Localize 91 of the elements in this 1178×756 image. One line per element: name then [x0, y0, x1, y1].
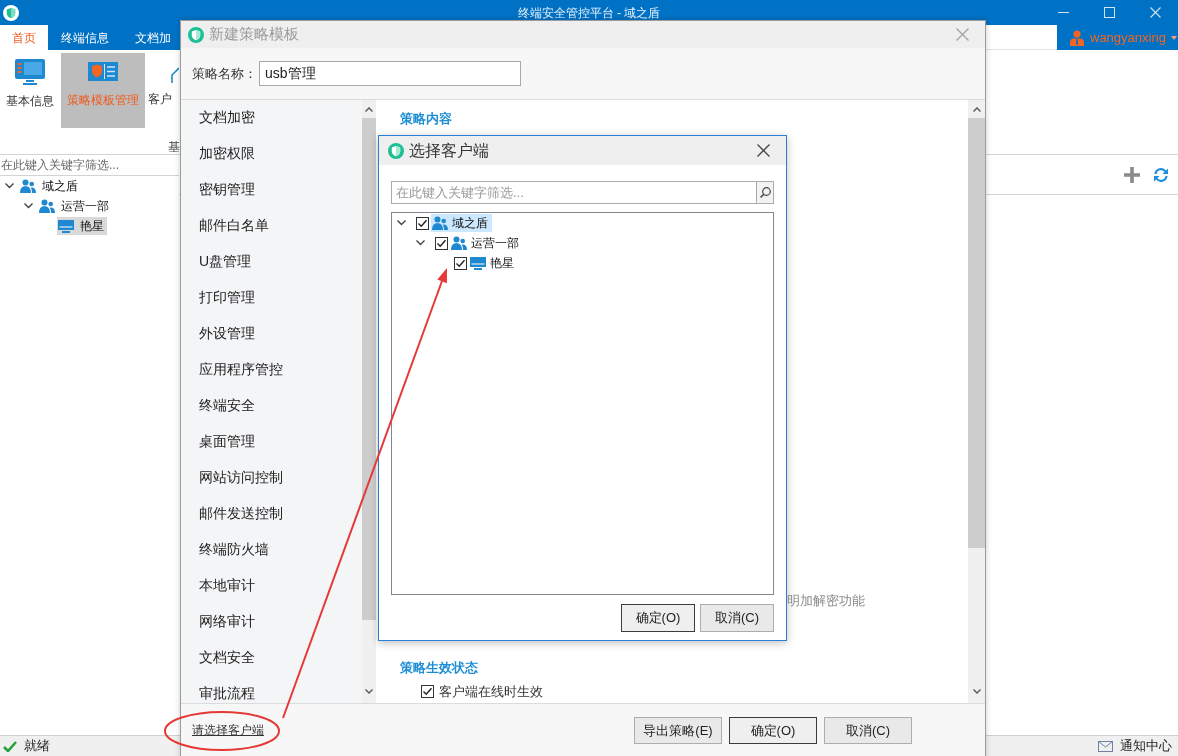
tree-item[interactable]: 运营一部: [38, 197, 112, 215]
checkbox[interactable]: [454, 256, 467, 270]
nav-item[interactable]: 网站访问控制: [181, 467, 362, 487]
dialog-title: 选择客户端: [409, 140, 489, 161]
house-icon: [171, 67, 179, 83]
users-icon: [20, 179, 36, 193]
nav-item[interactable]: 审批流程: [181, 683, 362, 703]
checkbox[interactable]: [421, 684, 434, 698]
monitor-icon: [15, 59, 45, 85]
users-icon: [451, 236, 467, 250]
dialog-button[interactable]: 确定(O): [729, 717, 817, 744]
checkbox[interactable]: [435, 236, 448, 250]
shield-logo-icon: [3, 4, 19, 21]
ribbon-group-label: 基: [168, 140, 180, 154]
scroll-up-icon: [365, 106, 373, 112]
tree-item[interactable]: 域之盾: [431, 214, 492, 232]
nav-item[interactable]: 终端安全: [181, 395, 362, 415]
chevron-icon[interactable]: [397, 220, 406, 226]
tree-item[interactable]: 域之盾: [19, 177, 81, 195]
filter-field[interactable]: 在此键入关键字筛选...: [0, 155, 179, 176]
nav-item[interactable]: 密钥管理: [181, 179, 362, 199]
user-icon: [1070, 29, 1084, 46]
close-icon: [956, 28, 969, 41]
scrollbar-thumb[interactable]: [362, 118, 376, 620]
scroll-down-icon: [365, 688, 373, 694]
computer-icon: [470, 256, 486, 270]
search-field[interactable]: 在此键入关键字筛选...: [391, 181, 756, 204]
notifications-button[interactable]: 通知中心: [1098, 736, 1178, 756]
checkbox-label: 客户端在线时生效: [439, 682, 543, 701]
nav-item[interactable]: 桌面管理: [181, 431, 362, 451]
menu-tab[interactable]: 首页: [0, 25, 48, 50]
scroll-up-icon: [972, 106, 981, 112]
section-title: 策略内容: [400, 110, 452, 128]
window-title: 终端安全管控平台 - 域之盾: [517, 4, 661, 22]
tree-item[interactable]: 艳星: [469, 254, 518, 272]
chevron-icon[interactable]: [416, 240, 425, 246]
mail-icon: [1098, 740, 1113, 752]
nav-item[interactable]: 本地审计: [181, 575, 362, 595]
shield-list-icon: [88, 62, 118, 81]
scrollbar[interactable]: [968, 100, 985, 703]
nav-item[interactable]: 邮件白名单: [181, 215, 362, 235]
menu-tab[interactable]: 文档加: [122, 25, 174, 50]
add-button[interactable]: [1123, 165, 1141, 184]
scroll-down-icon: [972, 688, 981, 694]
close-button[interactable]: [757, 144, 770, 157]
ribbon-button[interactable]: 客户: [148, 53, 179, 128]
dialog-button[interactable]: 确定(O): [621, 604, 695, 632]
nav-item[interactable]: 文档加密: [181, 107, 362, 127]
name-field[interactable]: usb管理: [259, 61, 521, 86]
dialog-button[interactable]: 导出策略(E): [634, 717, 722, 744]
status-text: 就绪: [24, 737, 50, 756]
close-icon: [757, 144, 770, 157]
refresh-icon: [1153, 166, 1169, 183]
dialog-title: 新建策略模板: [209, 24, 299, 45]
nav-item[interactable]: U盘管理: [181, 251, 362, 271]
checkbox[interactable]: [416, 216, 429, 230]
nav-item[interactable]: 打印管理: [181, 287, 362, 307]
search-button[interactable]: [756, 181, 774, 204]
select-client-link[interactable]: 请选择客户端: [192, 721, 264, 739]
shield-logo-icon: [188, 26, 204, 43]
tree-item[interactable]: 运营一部: [450, 234, 523, 252]
tree-item[interactable]: 艳星: [57, 217, 107, 235]
search-icon: [759, 187, 771, 198]
close-icon: [1149, 7, 1161, 18]
nav-item[interactable]: 终端防火墙: [181, 539, 362, 559]
dialog-button[interactable]: 取消(C): [700, 604, 774, 632]
plus-icon: [1123, 165, 1141, 184]
description-text: 明加解密功能: [787, 591, 865, 610]
maximize-icon: [1103, 7, 1115, 18]
section-title: 策略生效状态: [400, 659, 478, 677]
users-icon: [39, 199, 55, 213]
ribbon-button[interactable]: 基本信息: [0, 53, 60, 128]
check-icon: [3, 740, 17, 752]
chevron-icon[interactable]: [24, 203, 33, 209]
caret-icon: [1170, 35, 1177, 40]
users-icon: [432, 216, 448, 230]
dialog-button[interactable]: 取消(C): [824, 717, 912, 744]
refresh-button[interactable]: [1153, 166, 1169, 183]
nav-item[interactable]: 外设管理: [181, 323, 362, 343]
shield-logo-icon: [388, 142, 404, 159]
nav-item[interactable]: 文档安全: [181, 647, 362, 667]
field-label: 策略名称：: [192, 64, 258, 83]
nav-item[interactable]: 邮件发送控制: [181, 503, 362, 523]
nav-item[interactable]: 应用程序管控: [181, 359, 362, 379]
chevron-icon[interactable]: [5, 183, 14, 189]
menu-tab[interactable]: 终端信息: [48, 25, 122, 50]
computer-icon: [58, 219, 74, 233]
nav-item[interactable]: 加密权限: [181, 143, 362, 163]
scrollbar-thumb[interactable]: [968, 118, 985, 548]
scrollbar[interactable]: [362, 100, 376, 703]
nav-item[interactable]: 网络审计: [181, 611, 362, 631]
